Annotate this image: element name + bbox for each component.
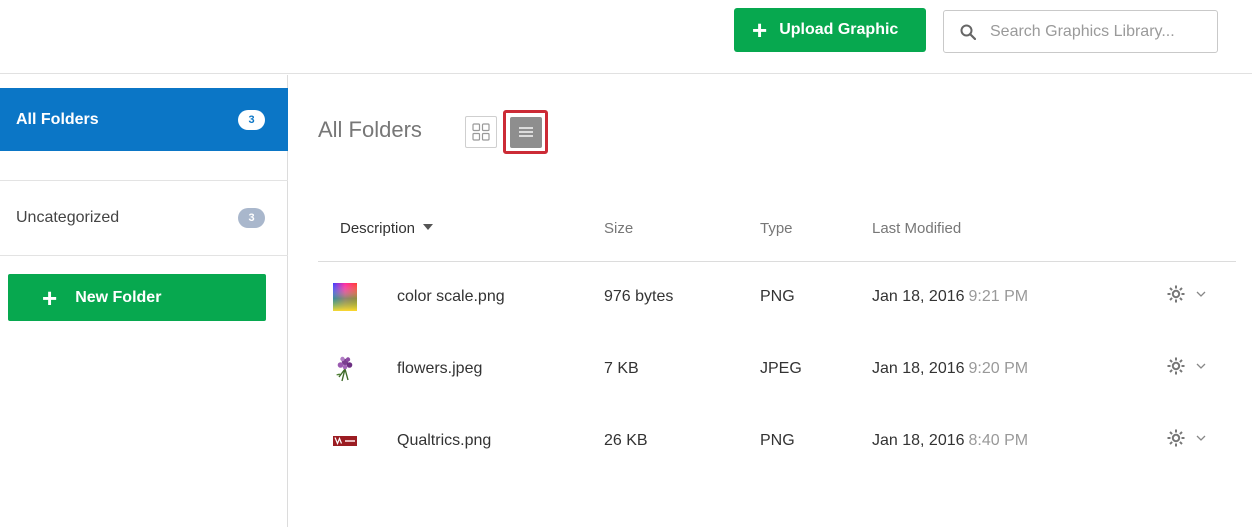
- upload-graphic-button[interactable]: + Upload Graphic: [734, 8, 926, 52]
- search-input[interactable]: [990, 22, 1205, 41]
- last-modified: Jan 18, 2016 9:20 PM: [872, 360, 1029, 377]
- graphics-table: Description Size Type Last Modified colo…: [318, 200, 1236, 478]
- column-header-description[interactable]: Description: [340, 220, 434, 237]
- color-scale-thumbnail: [333, 283, 357, 311]
- folder-count-badge: 3: [238, 109, 265, 130]
- row-actions-menu[interactable]: [1166, 356, 1206, 376]
- folder-label: All Folders: [16, 110, 99, 128]
- file-size: 976 bytes: [604, 288, 674, 305]
- table-row[interactable]: Qualtrics.png 26 KB PNG Jan 18, 2016 8:40…: [318, 406, 1236, 478]
- folder-sidebar: All Folders 3 Uncategorized 3 + New Fold…: [0, 75, 288, 527]
- upload-graphic-label: Upload Graphic: [779, 21, 899, 38]
- plus-icon: +: [752, 15, 768, 45]
- plus-icon: +: [42, 282, 58, 313]
- column-header-size[interactable]: Size: [604, 220, 633, 237]
- file-name-link[interactable]: Qualtrics.png: [397, 432, 491, 450]
- file-name-link[interactable]: color scale.png: [397, 288, 505, 306]
- last-modified: Jan 18, 2016 8:40 PM: [872, 432, 1029, 449]
- grid-view-icon: [472, 123, 490, 141]
- sidebar-item-all-folders[interactable]: All Folders 3: [0, 88, 288, 151]
- row-actions-menu[interactable]: [1166, 428, 1206, 448]
- grid-view-button[interactable]: [465, 116, 497, 148]
- list-view-button[interactable]: [503, 110, 548, 154]
- row-actions-menu[interactable]: [1166, 284, 1206, 304]
- folder-count-badge: 3: [238, 208, 265, 228]
- file-type: PNG: [760, 432, 795, 449]
- table-header: Description Size Type Last Modified: [318, 200, 1236, 262]
- qualtrics-logo-thumbnail: [333, 436, 357, 446]
- new-folder-button[interactable]: + New Folder: [8, 274, 266, 321]
- file-size: 7 KB: [604, 360, 639, 377]
- gear-icon: [1167, 357, 1185, 375]
- folder-label: Uncategorized: [16, 209, 120, 226]
- page-title: All Folders: [318, 117, 422, 142]
- flowers-thumbnail: [336, 356, 353, 382]
- last-modified: Jan 18, 2016 9:21 PM: [872, 288, 1029, 305]
- chevron-down-icon: [1196, 291, 1206, 297]
- file-name-link[interactable]: flowers.jpeg: [397, 360, 482, 378]
- search-box[interactable]: [943, 10, 1218, 53]
- file-type: PNG: [760, 288, 795, 305]
- chevron-down-icon: [1196, 435, 1206, 441]
- file-type: JPEG: [760, 360, 802, 377]
- gear-icon: [1167, 429, 1185, 447]
- file-size: 26 KB: [604, 432, 648, 449]
- gear-icon: [1167, 285, 1185, 303]
- list-view-icon: [509, 116, 542, 148]
- sidebar-item-uncategorized[interactable]: Uncategorized 3: [0, 180, 288, 256]
- column-header-last-modified[interactable]: Last Modified: [872, 220, 961, 237]
- table-row[interactable]: color scale.png 976 bytes PNG Jan 18, 20…: [318, 262, 1236, 334]
- chevron-down-icon: [1196, 363, 1206, 369]
- search-icon: [960, 24, 976, 40]
- sort-caret-icon: [423, 224, 434, 231]
- top-toolbar: + Upload Graphic: [0, 0, 1252, 74]
- table-row[interactable]: flowers.jpeg 7 KB JPEG Jan 18, 2016 9:20 …: [318, 334, 1236, 406]
- new-folder-label: New Folder: [75, 288, 162, 306]
- column-header-type[interactable]: Type: [760, 220, 793, 237]
